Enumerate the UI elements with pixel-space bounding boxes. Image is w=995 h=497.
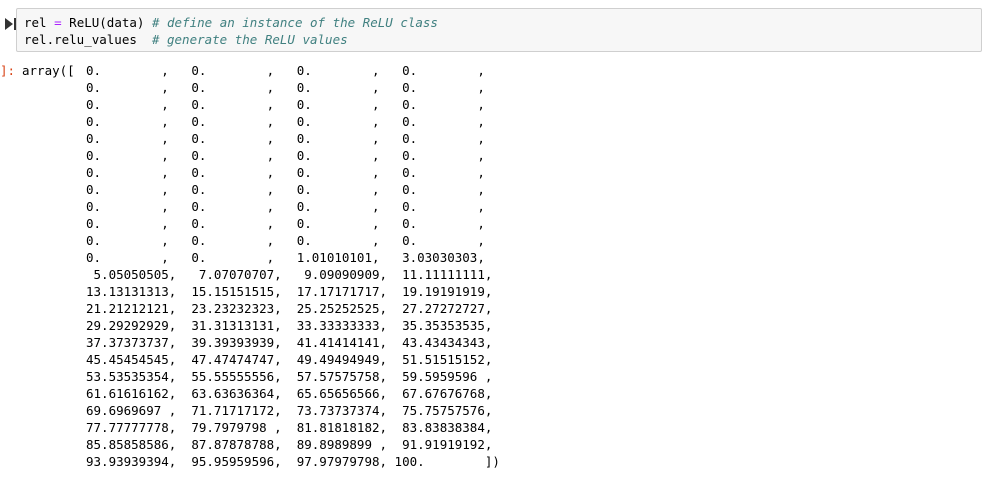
array-line: 0. , 0. , 0. , 0. , bbox=[86, 148, 485, 163]
array-line: 13.13131313, 15.15151515, 17.17171717, 1… bbox=[86, 284, 493, 299]
array-line: 0. , 0. , 0. , 0. , bbox=[86, 233, 485, 248]
cell-output: ]: array([ 0. , 0. , 0. , 0. , 0. , 0. ,… bbox=[0, 62, 995, 492]
array-line: 37.37373737, 39.39393939, 41.41414141, 4… bbox=[86, 335, 493, 350]
array-line: 0. , 0. , 0. , 0. , bbox=[86, 165, 485, 180]
array-line: 85.85858586, 87.87878788, 89.8989899 , 9… bbox=[86, 437, 493, 452]
array-line: 93.93939394, 95.95959596, 97.97979798, 1… bbox=[86, 454, 500, 469]
array-line: 29.29292929, 31.31313131, 33.33333333, 3… bbox=[86, 318, 493, 333]
array-line: 0. , 0. , 0. , 0. , bbox=[86, 216, 485, 231]
array-line: 0. , 0. , 0. , 0. , bbox=[86, 97, 485, 112]
code-cell-input-row: rel = ReLU(data) # define an instance of… bbox=[0, 8, 995, 54]
array-line: 53.53535354, 55.55555556, 57.57575758, 5… bbox=[86, 369, 493, 384]
array-prefix: array([ bbox=[22, 63, 75, 78]
code-editor[interactable]: rel = ReLU(data) # define an instance of… bbox=[16, 8, 982, 52]
array-line: 69.6969697 , 71.71717172, 73.73737374, 7… bbox=[86, 403, 493, 418]
array-line: 0. , 0. , 0. , 0. , bbox=[86, 80, 485, 95]
code-operator: = bbox=[54, 15, 62, 30]
code-line-1: rel = ReLU(data) # define an instance of… bbox=[24, 14, 438, 31]
array-line: 0. , 0. , 0. , 0. , bbox=[86, 63, 485, 78]
code-variable: rel bbox=[24, 15, 47, 30]
code-comment: # generate the ReLU values bbox=[151, 32, 348, 47]
array-line: 45.45454545, 47.47474747, 49.49494949, 5… bbox=[86, 352, 493, 367]
array-line: 21.21212121, 23.23232323, 25.25252525, 2… bbox=[86, 301, 493, 316]
array-line: 0. , 0. , 0. , 0. , bbox=[86, 199, 485, 214]
array-line: 0. , 0. , 0. , 0. , bbox=[86, 182, 485, 197]
code-comment: # define an instance of the ReLU class bbox=[151, 15, 438, 30]
code-line-2: rel.relu_values # generate the ReLU valu… bbox=[24, 31, 348, 48]
output-prompt: ]: bbox=[0, 63, 16, 78]
array-line: 61.61616162, 63.63636364, 65.65656566, 6… bbox=[86, 386, 493, 401]
array-line: 77.77777778, 79.7979798 , 81.81818182, 8… bbox=[86, 420, 493, 435]
code-expression: rel.relu_values bbox=[24, 32, 137, 47]
array-line: 0. , 0. , 0. , 0. , bbox=[86, 131, 485, 146]
array-line: 0. , 0. , 1.01010101, 3.03030303, bbox=[86, 250, 485, 265]
array-line: 5.05050505, 7.07070707, 9.09090909, 11.1… bbox=[86, 267, 493, 282]
notebook-cell: rel = ReLU(data) # define an instance of… bbox=[0, 0, 995, 497]
array-line: 0. , 0. , 0. , 0. , bbox=[86, 114, 485, 129]
code-call: ReLU(data) bbox=[69, 15, 145, 30]
